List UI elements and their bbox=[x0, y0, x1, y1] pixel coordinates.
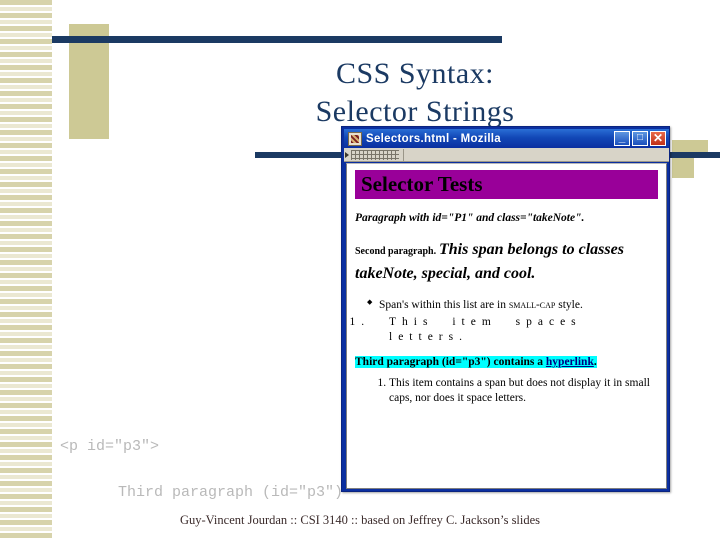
paragraph-second: Second paragraph. This span belongs to c… bbox=[355, 238, 658, 286]
close-icon: ✕ bbox=[652, 131, 664, 145]
list-item: This item spaces letters. bbox=[389, 315, 658, 346]
list-item: Span's within this list are in small-cap… bbox=[367, 298, 658, 312]
slide-title: CSS Syntax: Selector Strings bbox=[200, 55, 630, 131]
bullet-text-smallcap: small-cap bbox=[508, 299, 556, 312]
paragraph-p3-wrapper: Third paragraph (id="p3") contains a hyp… bbox=[355, 352, 658, 370]
bullet-text-post: style. bbox=[555, 299, 583, 312]
maximize-icon: □ bbox=[636, 132, 644, 143]
decorative-navy-rule-top bbox=[52, 36, 502, 43]
paragraph-second-lead: Second paragraph. bbox=[355, 246, 437, 258]
bullet-text-pre: Span's within this list are in bbox=[379, 299, 509, 312]
inner-ordered-list: This item spaces letters. bbox=[355, 315, 658, 346]
decorative-navy-rule-mid-right bbox=[667, 152, 720, 158]
close-button[interactable]: ✕ bbox=[650, 131, 666, 146]
watermark-line-2: Third paragraph (id="p3") bbox=[118, 484, 344, 501]
p3-text-pre: Third paragraph (id="p3") contains a bbox=[355, 355, 546, 368]
mozilla-lizard-icon bbox=[348, 131, 362, 146]
browser-window[interactable]: Selectors.html - Mozilla _ □ ✕ Selector … bbox=[341, 126, 670, 492]
browser-window-title: Selectors.html - Mozilla bbox=[366, 132, 502, 145]
toolbar-grip-icon[interactable] bbox=[351, 149, 399, 160]
slide-title-line-1: CSS Syntax: bbox=[335, 57, 495, 90]
slide-footer: Guy-Vincent Jourdan :: CSI 3140 :: based… bbox=[179, 513, 541, 527]
toolbar-separator bbox=[403, 148, 404, 161]
watermark-line-1: <p id="p3"> bbox=[60, 438, 160, 455]
paragraph-p1: Paragraph with id="P1" and class="takeNo… bbox=[355, 212, 585, 225]
page-heading: Selector Tests bbox=[355, 170, 658, 200]
bullet-list: Span's within this list are in small-cap… bbox=[355, 298, 658, 312]
decorative-khaki-block-right-bottom bbox=[672, 158, 694, 178]
minimize-button[interactable]: _ bbox=[614, 131, 630, 146]
toolbar-expand-arrow-icon[interactable] bbox=[345, 151, 349, 158]
decorative-stripe-band bbox=[0, 0, 52, 540]
hyperlink[interactable]: hyperlink bbox=[546, 356, 594, 368]
p3-text-post: . bbox=[593, 355, 597, 368]
browser-viewport: Selector Tests Paragraph with id="P1" an… bbox=[346, 163, 667, 489]
decorative-navy-rule-mid-left bbox=[255, 152, 345, 158]
paragraph-p3: Third paragraph (id="p3") contains a hyp… bbox=[355, 355, 597, 368]
browser-titlebar[interactable]: Selectors.html - Mozilla _ □ ✕ bbox=[344, 129, 669, 148]
maximize-button[interactable]: □ bbox=[632, 131, 648, 146]
final-ordered-list: This item contains a span but does not d… bbox=[355, 376, 658, 407]
minimize-icon: _ bbox=[618, 130, 626, 144]
window-controls: _ □ ✕ bbox=[614, 131, 667, 146]
slide-canvas: CSS Syntax: Selector Strings <p id="p3">… bbox=[0, 0, 720, 540]
background-code-watermark: <p id="p3"> Third paragraph (id="p3") bbox=[60, 389, 343, 527]
browser-toolbar[interactable] bbox=[344, 148, 669, 162]
list-item: This item contains a span but does not d… bbox=[389, 376, 658, 407]
